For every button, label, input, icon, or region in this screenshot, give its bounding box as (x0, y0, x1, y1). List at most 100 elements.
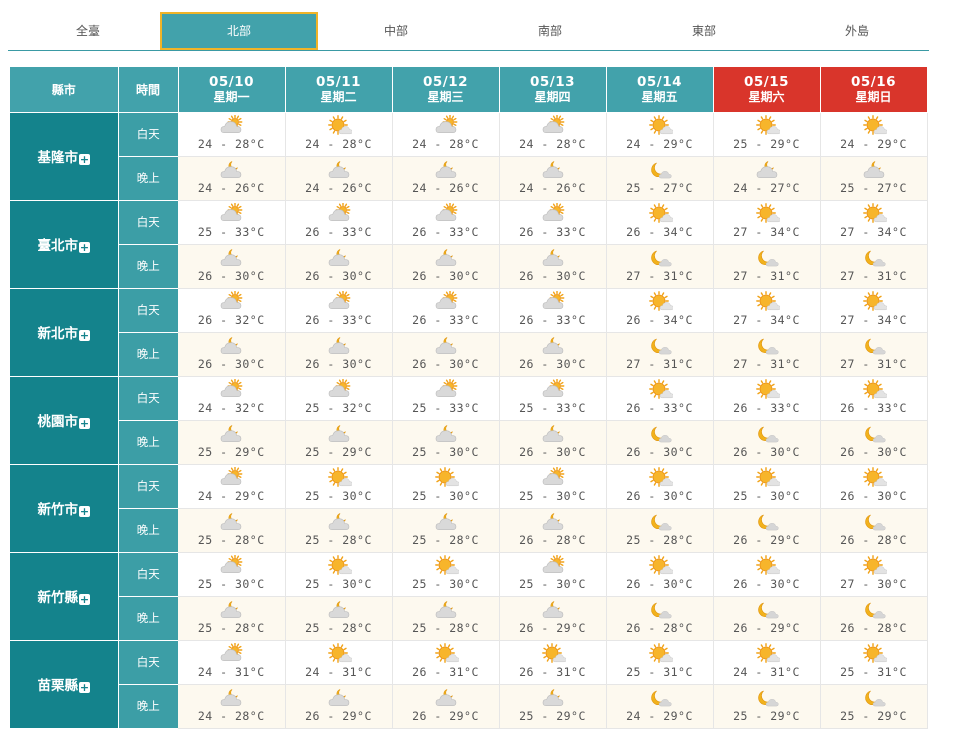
sunny-icon (862, 642, 887, 663)
temperature-range: 26 - 30°C (840, 444, 907, 459)
table-row: 晚上 24 - 28°C 26 - 29°C 26 - 29°C 25 - 29… (10, 684, 928, 729)
city-cell[interactable]: 桃園市 + (10, 376, 119, 465)
temperature-range: 26 - 33°C (412, 224, 479, 239)
moon-icon (757, 690, 779, 706)
cloudy-sun-icon (542, 466, 564, 485)
period-label: 白天 (118, 376, 178, 421)
forecast-cell: 26 - 30°C (392, 244, 500, 289)
forecast-cell: 27 - 34°C (713, 288, 821, 333)
forecast-cell: 26 - 32°C (178, 288, 286, 333)
cloudy-sun-icon (220, 554, 243, 573)
region-tabs: 全臺 北部 中部 南部 東部 外島 (8, 12, 929, 51)
city-cell[interactable]: 基隆市 + (10, 112, 119, 201)
expand-plus-icon[interactable]: + (79, 330, 90, 341)
time-header: 時間 (118, 67, 179, 113)
forecast-cell: 24 - 28°C (499, 112, 607, 157)
temperature-range: 26 - 28°C (626, 620, 693, 635)
temperature-range: 26 - 30°C (626, 488, 693, 503)
moon-icon (650, 162, 672, 178)
expand-plus-icon[interactable]: + (79, 242, 90, 253)
temperature-range: 25 - 28°C (412, 532, 479, 547)
cloudy-sun-icon (220, 202, 243, 221)
cloudy-moon-icon (220, 424, 242, 442)
table-row: 晚上 25 - 29°C 25 - 29°C 25 - 30°C 26 - 30… (10, 420, 928, 465)
forecast-cell: 24 - 28°C (285, 112, 393, 157)
temperature-range: 24 - 29°C (626, 708, 693, 723)
city-cell[interactable]: 新北市 + (10, 288, 119, 377)
temperature-range: 26 - 30°C (626, 444, 693, 459)
forecast-cell: 26 - 33°C (392, 288, 500, 333)
sunny-icon (648, 114, 673, 135)
forecast-cell: 27 - 34°C (713, 200, 821, 245)
sunny-icon (648, 554, 673, 575)
cloudy-moon-icon (328, 512, 349, 530)
temperature-range: 27 - 31°C (840, 268, 907, 283)
temperature-range: 24 - 28°C (519, 136, 586, 151)
forecast-cell: 27 - 31°C (606, 332, 714, 377)
temperature-range: 27 - 31°C (626, 268, 693, 283)
forecast-cell: 26 - 34°C (606, 200, 714, 245)
expand-plus-icon[interactable]: + (79, 418, 90, 429)
cloudy-sun-icon (220, 378, 243, 397)
table-row: 晚上 25 - 28°C 25 - 28°C 25 - 28°C 26 - 29… (10, 596, 928, 641)
cloudy-sun-icon (435, 114, 457, 133)
city-cell[interactable]: 苗栗縣 + (10, 640, 119, 729)
tab-3[interactable]: 南部 (474, 12, 626, 50)
expand-plus-icon[interactable]: + (79, 682, 90, 693)
forecast-cell: 27 - 31°C (820, 244, 928, 289)
temperature-range: 26 - 31°C (412, 664, 479, 679)
cloudy-sun-icon (220, 114, 243, 133)
forecast-cell: 24 - 31°C (713, 640, 821, 685)
period-label: 晚上 (118, 156, 178, 201)
forecast-cell: 26 - 28°C (820, 596, 928, 641)
moon-icon (650, 426, 672, 442)
temperature-range: 27 - 34°C (733, 224, 800, 239)
temperature-range: 24 - 26°C (305, 180, 372, 195)
tab-5[interactable]: 外島 (782, 12, 932, 50)
forecast-cell: 26 - 28°C (499, 508, 607, 553)
day-weekday: 星期一 (213, 89, 250, 104)
forecast-cell: 24 - 29°C (178, 464, 286, 509)
day-header: 05/16 星期日 (820, 67, 928, 113)
sunny-icon (648, 202, 673, 223)
forecast-cell: 24 - 32°C (178, 376, 286, 421)
temperature-range: 24 - 28°C (197, 136, 265, 151)
temperature-range: 26 - 30°C (840, 488, 907, 503)
sunny-icon (648, 378, 673, 399)
sunny-icon (327, 642, 352, 663)
expand-plus-icon[interactable]: + (79, 506, 90, 517)
table-row: 新竹市 + 白天 24 - 29°C 25 - 30°C 25 - 30°C 25 … (10, 464, 928, 553)
temperature-range: 26 - 30°C (412, 356, 479, 371)
day-header: 05/14 星期五 (606, 67, 714, 113)
forecast-cell: 26 - 29°C (392, 684, 500, 729)
temperature-range: 24 - 26°C (519, 180, 586, 195)
expand-plus-icon[interactable]: + (79, 154, 90, 165)
city-cell[interactable]: 臺北市 + (10, 200, 119, 289)
expand-plus-icon[interactable]: + (79, 594, 90, 605)
period-label: 白天 (118, 464, 178, 509)
temperature-range: 25 - 28°C (197, 532, 265, 547)
temperature-range: 24 - 29°C (197, 488, 265, 503)
temperature-range: 25 - 32°C (305, 400, 372, 415)
tab-0[interactable]: 全臺 (18, 12, 158, 50)
forecast-cell: 26 - 30°C (713, 420, 821, 465)
day-header: 05/15 星期六 (713, 67, 821, 113)
city-cell[interactable]: 新竹縣 + (10, 552, 119, 641)
temperature-range: 25 - 27°C (626, 180, 693, 195)
tab-1[interactable]: 北部 (160, 12, 318, 50)
forecast-cell: 26 - 30°C (606, 464, 714, 509)
sunny-icon (327, 114, 352, 135)
forecast-cell: 25 - 30°C (392, 552, 500, 597)
cloudy-sun-icon (220, 642, 243, 661)
day-weekday: 星期日 (855, 89, 892, 104)
forecast-cell: 24 - 28°C (392, 112, 500, 157)
city-cell[interactable]: 新竹市 + (10, 464, 119, 553)
cloudy-moon-icon (435, 688, 456, 706)
forecast-cell: 26 - 29°C (499, 596, 607, 641)
tab-4[interactable]: 東部 (628, 12, 780, 50)
county-header: 縣市 (10, 67, 119, 113)
tab-2[interactable]: 中部 (320, 12, 472, 50)
cloudy-sun-icon (542, 290, 564, 309)
cloudy-moon-icon (220, 336, 242, 354)
temperature-range: 26 - 30°C (733, 576, 800, 591)
